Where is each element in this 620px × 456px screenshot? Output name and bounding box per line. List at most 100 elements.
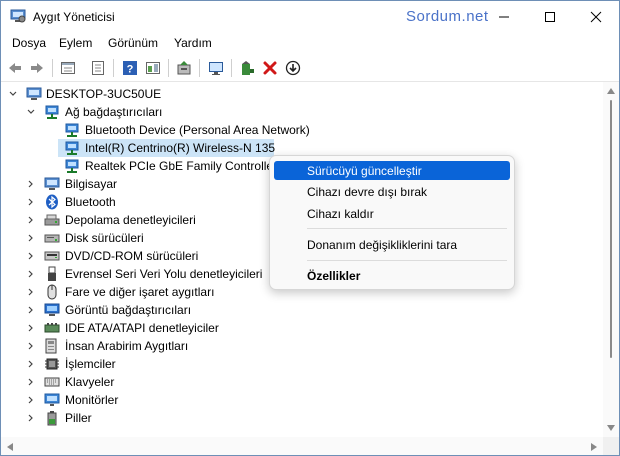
dvd-icon: [44, 251, 60, 261]
chevron-right-icon[interactable]: [26, 197, 36, 207]
tree-item-disk-drives[interactable]: Disk sürücüleri: [1, 229, 301, 247]
menu-dosya[interactable]: Dosya: [12, 36, 46, 50]
context-item-properties[interactable]: Özellikler: [274, 266, 510, 285]
tree-item-label: Depolama denetleyicileri: [65, 213, 196, 227]
chevron-down-icon[interactable]: [8, 89, 18, 99]
network-adapter-icon: [65, 123, 79, 137]
device-manager-window: Aygıt Yöneticisi Sordum.net Dosya Eylem …: [0, 0, 620, 456]
chevron-right-icon[interactable]: [26, 413, 36, 423]
context-item-label: Özellikler: [307, 269, 361, 283]
chevron-right-icon[interactable]: [26, 341, 36, 351]
chevron-right-icon[interactable]: [26, 179, 36, 189]
context-separator: [307, 260, 507, 261]
add-driver-icon: [242, 61, 254, 75]
list-button[interactable]: [88, 58, 108, 78]
menu-yardim[interactable]: Yardım: [174, 36, 212, 50]
chevron-right-icon[interactable]: [26, 395, 36, 405]
tree-root[interactable]: DESKTOP-3UC50UE: [1, 85, 301, 103]
chevron-down-icon[interactable]: [26, 107, 36, 117]
network-adapter-icon: [45, 105, 59, 119]
list-icon: [92, 61, 104, 75]
tree-item-display-adapters[interactable]: Görüntü bağdaştırıcıları: [1, 301, 301, 319]
scroll-right-icon[interactable]: [591, 443, 597, 451]
tree-item-bluetooth-pan[interactable]: Bluetooth Device (Personal Area Network): [1, 121, 321, 139]
tree-item-storage-controllers[interactable]: Depolama denetleyicileri: [1, 211, 301, 229]
chevron-right-icon[interactable]: [26, 377, 36, 387]
ide-icon: [44, 323, 60, 333]
tree-item-mice[interactable]: Fare ve diğer işaret aygıtları: [1, 283, 301, 301]
tree-item-bluetooth[interactable]: Bluetooth: [1, 193, 301, 211]
tree-item-label: DVD/CD-ROM sürücüleri: [65, 249, 199, 263]
context-item-update-driver[interactable]: Sürücüyü güncelleştir: [274, 161, 510, 180]
chevron-right-icon[interactable]: [26, 323, 36, 333]
menu-eylem[interactable]: Eylem: [59, 36, 92, 50]
tree-item-label: İşlemciler: [65, 357, 116, 371]
help-icon: ?: [123, 61, 137, 76]
download-button[interactable]: [283, 58, 303, 78]
tree-item-label: Evrensel Seri Veri Yolu denetleyicileri: [65, 267, 263, 281]
chevron-right-icon[interactable]: [26, 233, 36, 243]
tree-item-usb-controllers[interactable]: Evrensel Seri Veri Yolu denetleyicileri: [1, 265, 301, 283]
view-button[interactable]: [143, 58, 163, 78]
menu-gorunum[interactable]: Görünüm: [108, 36, 158, 50]
tree-item-network-adapters[interactable]: Ağ bağdaştırıcıları: [1, 103, 301, 121]
hid-icon: [45, 338, 57, 354]
tree-item-dvd-drives[interactable]: DVD/CD-ROM sürücüleri: [1, 247, 301, 265]
tree-item-label: Monitörler: [65, 393, 119, 407]
vertical-scrollbar[interactable]: [603, 82, 619, 437]
chevron-right-icon[interactable]: [26, 215, 36, 225]
tree-item-label: Klavyeler: [65, 375, 115, 389]
scan-monitor-button[interactable]: [206, 58, 226, 78]
tree-item-monitors[interactable]: Monitörler: [1, 391, 301, 409]
tree-item-processors[interactable]: İşlemciler: [1, 355, 301, 373]
horizontal-scrollbar[interactable]: [1, 437, 603, 455]
monitor-icon: [209, 62, 223, 75]
context-separator: [307, 228, 507, 229]
tree-item-computer[interactable]: Bilgisayar: [1, 175, 301, 193]
tree-item-ide-controllers[interactable]: IDE ATA/ATAPI denetleyiciler: [1, 319, 301, 337]
tree-item-label: Bilgisayar: [65, 177, 118, 191]
battery-icon: [47, 411, 57, 426]
context-item-uninstall-device[interactable]: Cihazı kaldır: [274, 204, 510, 223]
back-button[interactable]: [5, 58, 25, 78]
title-bar[interactable]: Aygıt Yöneticisi Sordum.net: [1, 1, 619, 32]
chevron-right-icon[interactable]: [26, 305, 36, 315]
context-item-scan-hardware[interactable]: Donanım değişikliklerini tara: [274, 235, 510, 254]
svg-text:?: ?: [127, 64, 134, 76]
tree-item-hid[interactable]: İnsan Arabirim Aygıtları: [1, 337, 301, 355]
toolbar-separator: [231, 59, 232, 77]
update-driver-button[interactable]: [174, 58, 194, 78]
forward-button[interactable]: [27, 58, 47, 78]
chevron-right-icon[interactable]: [26, 287, 36, 297]
properties-icon: [61, 62, 75, 74]
cpu-icon: [45, 358, 59, 370]
watermark: Sordum.net: [406, 8, 489, 25]
minimize-button[interactable]: [481, 1, 527, 32]
maximize-button[interactable]: [527, 1, 573, 32]
tree-item-keyboards[interactable]: Klavyeler: [1, 373, 301, 391]
chevron-right-icon[interactable]: [26, 269, 36, 279]
help-button[interactable]: ?: [120, 58, 140, 78]
window-title: Aygıt Yöneticisi: [33, 10, 115, 24]
context-menu: Sürücüyü güncelleştir Cihazı devre dışı …: [269, 155, 515, 290]
bluetooth-icon: [46, 194, 58, 210]
chevron-right-icon[interactable]: [26, 359, 36, 369]
context-item-label: Cihazı kaldır: [307, 207, 374, 221]
scroll-left-icon[interactable]: [7, 443, 13, 451]
add-driver-button[interactable]: [237, 58, 257, 78]
uninstall-button[interactable]: [260, 58, 280, 78]
close-button[interactable]: [573, 1, 619, 32]
properties-button[interactable]: [58, 58, 78, 78]
scrollbar-thumb[interactable]: [610, 100, 612, 358]
storage-icon: [44, 214, 60, 226]
monitor-icon: [44, 393, 60, 406]
scroll-down-icon[interactable]: [607, 425, 615, 431]
menu-bar: Dosya Eylem Görünüm Yardım: [1, 32, 619, 53]
context-item-disable-device[interactable]: Cihazı devre dışı bırak: [274, 182, 510, 201]
tree-item-label: Ağ bağdaştırıcıları: [65, 105, 163, 119]
chevron-right-icon[interactable]: [26, 251, 36, 261]
scroll-up-icon[interactable]: [607, 88, 615, 94]
tree-item-batteries[interactable]: Piller: [1, 409, 301, 427]
disk-icon: [44, 234, 60, 243]
network-adapter-icon: [65, 141, 79, 155]
